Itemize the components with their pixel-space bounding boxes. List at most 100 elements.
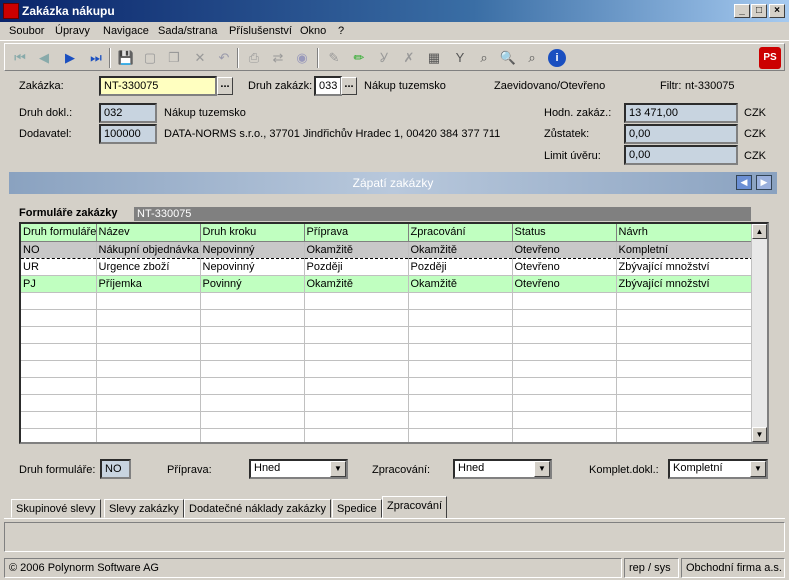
clear-filter-icon[interactable]: ✗ [400,49,418,67]
scroll-down-icon[interactable]: ▼ [752,427,767,442]
tab-slevy-zakazky[interactable]: Slevy zakázky [104,499,184,518]
filter-icon[interactable]: Ỿ [375,49,393,67]
komplet-dokl-label: Komplet.dokl.: [589,464,659,476]
settings-icon[interactable]: ◉ [293,49,311,67]
table-cell[interactable]: Otevřeno [512,275,617,293]
table-row[interactable]: PJ Příjemka Povinný Okamžitě Okamžitě Ot… [21,275,754,293]
table-cell[interactable]: Příjemka [96,275,201,293]
last-record-icon[interactable]: ⏭ [87,49,105,67]
druh-formulare-label: Druh formuláře: [19,464,96,476]
zustatek-field: 0,00 [624,124,738,144]
table-cell[interactable]: Později [408,258,513,276]
limit-uveru-field: 0,00 [624,145,738,165]
panel-next-icon[interactable]: ▶ [756,175,772,190]
copyright-text: © 2006 Polynorm Software AG [4,558,622,578]
tab-spedice[interactable]: Spedice [332,499,382,518]
forms-grid: Druh formuláře Název Druh kroku Příprava… [19,222,769,444]
chevron-down-icon[interactable]: ▼ [330,461,346,477]
table-cell[interactable]: Povinný [200,275,305,293]
export-icon[interactable]: ⇄ [269,49,287,67]
druh-zakazk-input[interactable]: 033 [314,76,342,96]
column-header[interactable]: Druh kroku [200,224,305,242]
table-cell[interactable]: Zbývající množství [616,258,754,276]
chevron-down-icon[interactable]: ▼ [750,461,766,477]
menu-soubor[interactable]: Soubor [9,25,44,37]
table-cell[interactable]: Otevřeno [512,258,617,276]
scroll-up-icon[interactable]: ▲ [752,224,767,239]
table-cell[interactable]: Kompletní [616,240,754,259]
priprava-value: Hned [254,462,281,474]
table-cell[interactable]: Zbývající množství [616,275,754,293]
print-icon[interactable]: ⎙ [245,49,263,67]
tab-dodatecne-naklady[interactable]: Dodatečné náklady zakázky [184,499,331,518]
empty-row [21,343,754,361]
minimize-button[interactable]: _ [734,4,750,18]
menu-okno[interactable]: Okno [300,25,326,37]
search-list-icon[interactable]: ⌕ [475,49,493,67]
zakazka-lookup-button[interactable]: ... [217,77,233,95]
column-header[interactable]: Status [512,224,617,242]
toolbar-separator [317,48,319,68]
table-cell[interactable]: Nepovinný [200,240,305,259]
zpracovani-value: Hned [458,462,485,474]
search-user-icon[interactable]: ⌕ [523,49,541,67]
priprava-select[interactable]: Hned ▼ [249,459,348,479]
save-icon[interactable]: 💾 [117,49,135,67]
chevron-down-icon[interactable]: ▼ [534,461,550,477]
undo-icon[interactable]: ↶ [215,49,233,67]
menu-help[interactable]: ? [338,25,344,37]
table-cell[interactable]: UR [21,258,97,276]
vertical-scrollbar[interactable]: ▲ ▼ [751,224,767,442]
search-icon[interactable]: 🔍 [499,49,517,67]
zpracovani-select[interactable]: Hned ▼ [453,459,552,479]
menu-upravy[interactable]: Úpravy [55,25,90,37]
table-cell[interactable]: Později [304,258,409,276]
column-header[interactable]: Druh formuláře [21,224,97,242]
first-record-icon[interactable]: ⏮ [11,49,29,67]
table-cell[interactable]: Okamžitě [408,240,513,259]
column-header[interactable]: Název [96,224,201,242]
edit-icon[interactable]: ✎ [325,49,343,67]
pen-icon[interactable]: ✏ [350,49,368,67]
grid-header-row: Druh formuláře Název Druh kroku Příprava… [21,224,754,242]
table-cell[interactable]: NO [21,240,97,259]
column-header[interactable]: Příprava [304,224,409,242]
table-cell[interactable]: Okamžitě [304,240,409,259]
komplet-dokl-value: Kompletní [673,462,723,474]
new-icon[interactable]: ▢ [141,49,159,67]
table-cell[interactable]: Okamžitě [304,275,409,293]
next-record-icon[interactable]: ▶ [61,49,79,67]
calendar-icon[interactable]: ▦ [425,49,443,67]
table-row[interactable]: UR Urgence zboží Nepovinný Později Pozdě… [21,258,754,276]
empty-row [21,377,754,395]
close-button[interactable]: × [769,4,785,18]
druh-dokl-text: Nákup tuzemsko [164,107,246,119]
copy-icon[interactable]: ❐ [165,49,183,67]
polynorm-logo-icon: PS [759,47,781,69]
menu-navigace[interactable]: Navigace [103,25,149,37]
druh-zakazk-lookup-button[interactable]: ... [341,77,357,95]
column-header[interactable]: Návrh [616,224,754,242]
table-cell[interactable]: Urgence zboží [96,258,201,276]
tab-zpracovani[interactable]: Zpracování [382,496,448,518]
empty-row [21,309,754,327]
zakazka-input[interactable]: NT-330075 [99,76,217,96]
table-cell[interactable]: Otevřeno [512,240,617,259]
komplet-dokl-select[interactable]: Kompletní ▼ [668,459,768,479]
panel-prev-icon[interactable]: ◀ [736,175,752,190]
table-cell[interactable]: Nákupní objednávka [96,240,201,259]
table-cell[interactable]: Nepovinný [200,258,305,276]
info-icon[interactable]: i [548,49,566,67]
delete-icon[interactable]: ✕ [191,49,209,67]
menu-sada-strana[interactable]: Sada/strana [158,25,217,37]
table-row[interactable]: NO Nákupní objednávka Nepovinný Okamžitě… [21,240,754,259]
table-cell[interactable]: Okamžitě [408,275,513,293]
tab-skupinove-slevy[interactable]: Skupinové slevy [11,499,101,518]
zakazka-label: Zakázka: [19,80,64,92]
column-header[interactable]: Zpracování [408,224,513,242]
filter-select-icon[interactable]: Y [451,49,469,67]
menu-prislusenstvi[interactable]: Příslušenství [229,25,292,37]
previous-record-icon[interactable]: ◀ [35,49,53,67]
table-cell[interactable]: PJ [21,275,97,293]
maximize-button[interactable]: □ [751,4,767,18]
